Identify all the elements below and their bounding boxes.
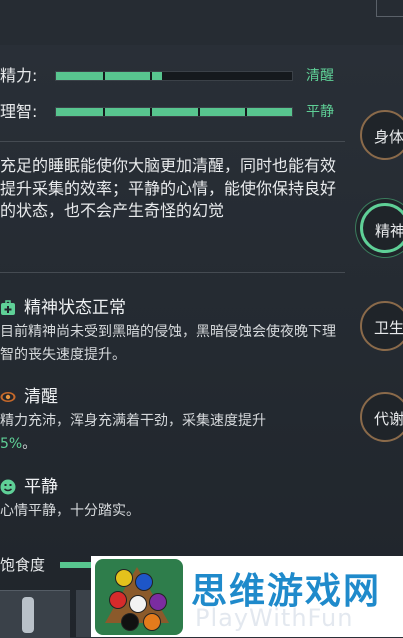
billiards-logo [95, 559, 183, 635]
status-awake: 清醒 精力充沛，浑身充满着干劲，采集速度提升 5%。 [0, 384, 345, 455]
tab-body[interactable]: 身体 [360, 110, 403, 160]
tab-mental-label: 精神 [375, 222, 403, 240]
sanity-bar [55, 107, 293, 117]
hunger-label: 饱食度 [0, 556, 46, 574]
status-text: 精力充沛，浑身充满着干劲，采集速度提升 5%。 [0, 413, 266, 452]
tab-hygiene-label: 卫生 [374, 319, 403, 337]
status-title: 清醒 [24, 387, 58, 407]
medkit-icon [1, 300, 15, 315]
divider [0, 141, 345, 142]
stat-energy-value: 清醒 [306, 68, 334, 84]
status-highlight: 5% [0, 435, 23, 452]
stat-sanity-value: 平静 [306, 104, 334, 120]
top-bar [0, 0, 403, 45]
sanity-bar-fill [56, 108, 292, 116]
eye-icon [0, 392, 16, 402]
status-text: 心情平静，十分踏实。 [0, 503, 140, 519]
tab-metabolism[interactable]: 代谢 [360, 392, 403, 442]
watermark-banner: 思维游戏网 PlayWithFun [91, 556, 403, 637]
energy-bar [55, 71, 293, 81]
hunger-stat: 饱食度 [0, 550, 100, 580]
smile-icon [0, 479, 16, 495]
tab-body-label: 身体 [374, 128, 403, 146]
bottle-icon [22, 597, 34, 633]
stat-sanity: 理智: 平静 [0, 99, 348, 125]
description-text: 充足的睡眠能使你大脑更加清醒，同时也能有效提升采集的效率；平静的心情，能使你保持… [0, 156, 337, 220]
status-mental-normal: 精神状态正常 目前精神尚未受到黑暗的侵蚀，黑暗侵蚀会使夜晚下理智的丧失速度提升。 [0, 295, 345, 366]
top-right-frame [376, 0, 403, 17]
tab-hygiene[interactable]: 卫生 [360, 301, 403, 351]
energy-bar-fill [56, 72, 163, 80]
tab-mental[interactable]: 精神 [360, 203, 403, 253]
stat-energy: 精力: 清醒 [0, 63, 348, 89]
stat-sanity-label: 理智: [0, 102, 38, 121]
status-calm: 平静 心情平静，十分踏实。 [0, 474, 345, 523]
status-title: 精神状态正常 [24, 298, 126, 318]
status-text: 目前精神尚未受到黑暗的侵蚀，黑暗侵蚀会使夜晚下理智的丧失速度提升。 [0, 324, 336, 363]
divider [0, 272, 345, 273]
tab-metabolism-label: 代谢 [374, 410, 403, 428]
inventory-slot[interactable] [0, 590, 70, 638]
banner-subtitle: PlayWithFun [195, 604, 354, 632]
status-title: 平静 [24, 477, 58, 497]
stat-energy-label: 精力: [0, 66, 38, 85]
